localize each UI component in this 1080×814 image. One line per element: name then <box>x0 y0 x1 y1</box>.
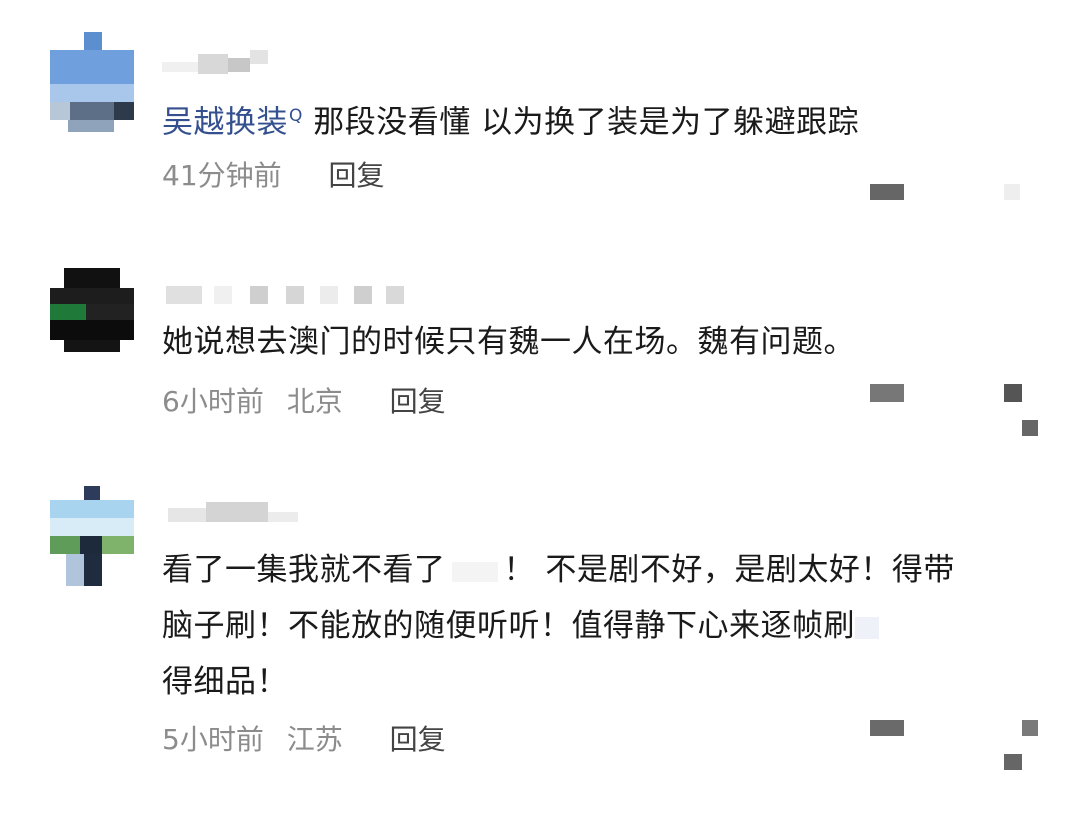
comment-text: 她说想去澳门的时候只有魏一人在场。魏有问题。 <box>162 324 855 360</box>
comment-time: 5小时前 <box>162 723 264 756</box>
comment-line: 得细品！ <box>162 664 288 700</box>
comment-meta: 6小时前 北京 回复 <box>162 380 460 420</box>
like-icon[interactable] <box>870 184 904 200</box>
reply-button[interactable]: 回复 <box>390 385 446 418</box>
emoji-blurred <box>855 616 879 639</box>
like-icon[interactable] <box>870 720 904 736</box>
comment-meta: 5小时前 江苏 回复 <box>162 718 460 758</box>
comment-line: 看了一集我就不看了！ 不是剧不好，是剧太好！得带 <box>162 552 955 588</box>
comment-meta: 41分钟前 回复 <box>162 154 399 194</box>
reply-button[interactable]: 回复 <box>390 723 446 756</box>
comment-time: 6小时前 <box>162 385 264 418</box>
reply-button[interactable]: 回复 <box>329 159 385 192</box>
dislike-icon[interactable] <box>1022 720 1038 736</box>
comment-location: 江苏 <box>286 723 343 756</box>
search-icon[interactable]: Q <box>289 106 303 126</box>
topic-link[interactable]: 吴越换装 <box>162 104 288 140</box>
dislike-icon[interactable] <box>1004 384 1022 402</box>
more-icon[interactable] <box>1022 420 1038 436</box>
avatar[interactable] <box>50 268 134 368</box>
avatar[interactable] <box>50 32 134 132</box>
comment-time: 41分钟前 <box>162 159 282 192</box>
dislike-icon[interactable] <box>1004 184 1020 200</box>
avatar[interactable] <box>50 486 134 586</box>
comment-line: 脑子刷！不能放的随便听听！值得静下心来逐帧刷 <box>162 598 1022 654</box>
like-icon[interactable] <box>870 384 904 402</box>
emoji-blurred <box>451 561 498 582</box>
comment-body: 那段没看懂 以为换了装是为了躲避跟踪 <box>313 104 860 141</box>
more-icon[interactable] <box>1004 754 1022 770</box>
comment-text: 看了一集我就不看了！ 不是剧不好，是剧太好！得带 脑子刷！不能放的随便听听！值得… <box>162 542 1022 710</box>
comment-location: 北京 <box>286 385 343 418</box>
comment-text: 吴越换装Q 那段没看懂 以为换了装是为了躲避跟踪 <box>162 88 1022 150</box>
